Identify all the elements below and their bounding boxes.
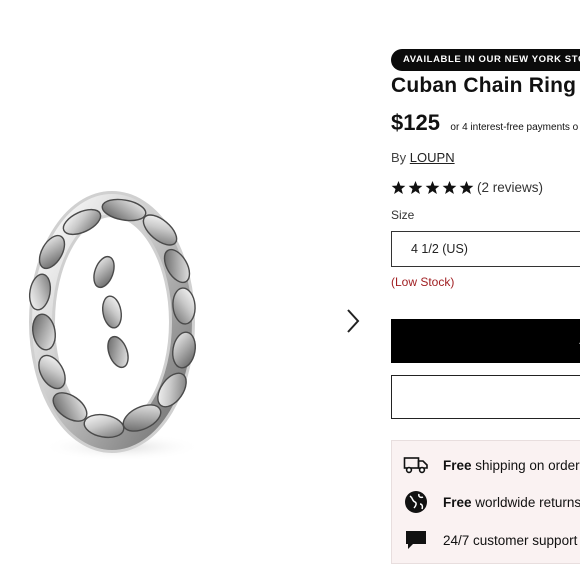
product-price: $125: [391, 110, 440, 135]
ring-image: [28, 191, 202, 461]
star-icon: [425, 180, 440, 194]
product-details: AVAILABLE IN OUR NEW YORK STOR Cuban Cha…: [391, 0, 580, 580]
product-image[interactable]: [12, 182, 212, 472]
reviews-link[interactable]: (2 reviews): [477, 180, 543, 195]
next-image-button[interactable]: [342, 306, 364, 336]
installment-text: or 4 interest-free payments o: [450, 122, 579, 133]
perk-text: Free shipping on orders: [443, 457, 580, 473]
globe-icon: [403, 489, 429, 515]
chevron-right-icon: [347, 309, 360, 333]
truck-icon: [403, 452, 429, 478]
store-availability-badge: AVAILABLE IN OUR NEW YORK STOR: [391, 49, 580, 71]
star-icon: [391, 180, 406, 194]
brand-link[interactable]: LOUPN: [410, 150, 455, 165]
size-label: Size: [391, 208, 415, 222]
by-label: By: [391, 150, 407, 165]
stock-status: (Low Stock): [391, 275, 455, 289]
star-icon: [408, 180, 423, 194]
secondary-action-button[interactable]: [391, 375, 580, 419]
perk-text: 24/7 customer support: [443, 532, 578, 548]
perk-text: Free worldwide returns: [443, 494, 580, 510]
star-icon: [459, 180, 474, 194]
rating-row: (2 reviews): [391, 178, 543, 196]
perks-box: Free shipping on orders Free worldwide r…: [391, 440, 580, 564]
product-title: Cuban Chain Ring: [391, 74, 577, 97]
chat-bubble-icon: [403, 527, 429, 553]
star-icon: [442, 180, 457, 194]
price-row: $125 or 4 interest-free payments o: [391, 110, 578, 136]
star-rating: [391, 180, 474, 195]
product-gallery: [0, 0, 380, 580]
brand-row: By LOUPN: [391, 150, 455, 165]
size-select[interactable]: 4 1/2 (US): [391, 231, 580, 267]
add-to-cart-button[interactable]: A: [391, 319, 580, 363]
